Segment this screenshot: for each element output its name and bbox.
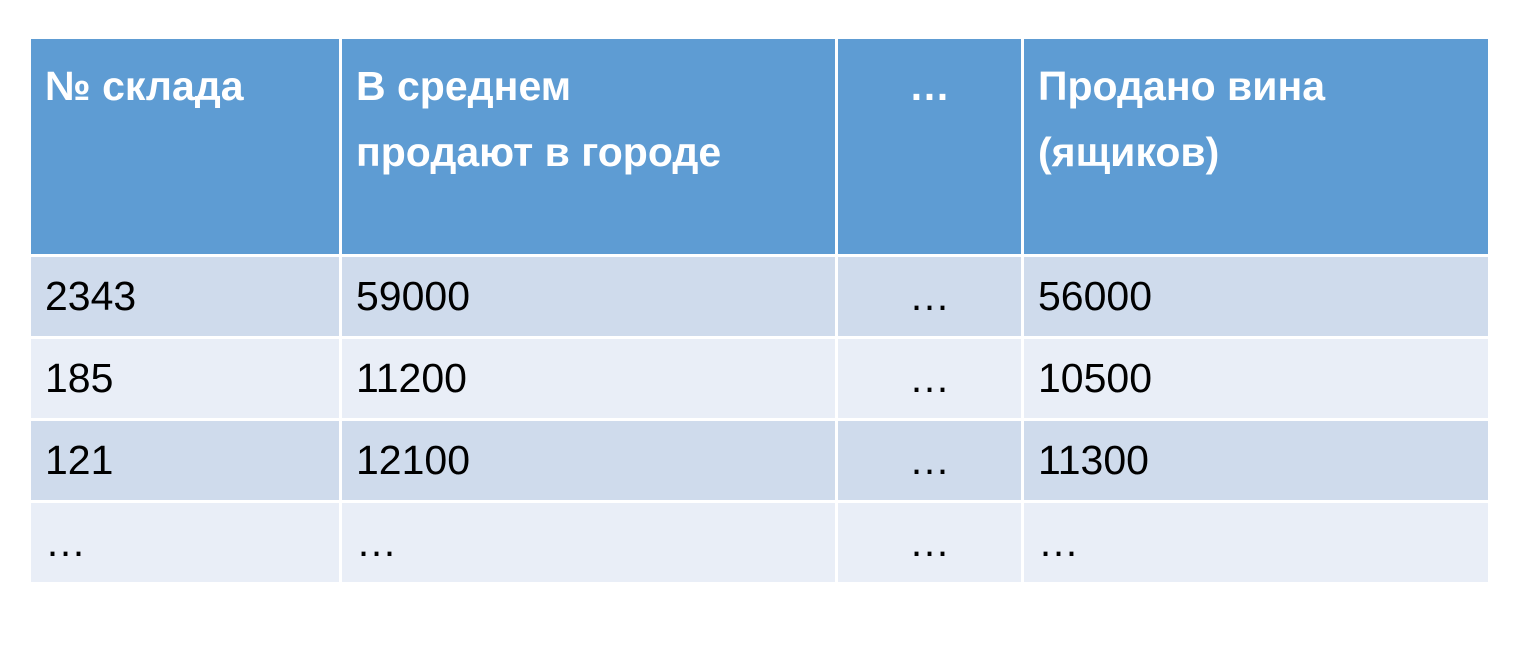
cell-ellipsis: … (835, 254, 1024, 339)
data-table: № склада В среднем продают в городе … Пр… (28, 36, 1491, 585)
cell-ellipsis: … (835, 500, 1024, 585)
cell-average-sales: … (339, 500, 838, 585)
cell-ellipsis: … (835, 336, 1024, 421)
header-warehouse-number: № склада (28, 36, 342, 257)
cell-wine-sold: 11300 (1021, 418, 1491, 503)
cell-average-sales: 59000 (339, 254, 838, 339)
cell-warehouse: 2343 (28, 254, 342, 339)
cell-warehouse: 121 (28, 418, 342, 503)
table-row: 121 12100 … 11300 (28, 418, 1491, 503)
cell-average-sales: 11200 (339, 336, 838, 421)
cell-wine-sold: 56000 (1021, 254, 1491, 339)
cell-wine-sold: … (1021, 500, 1491, 585)
table-row: … … … … (28, 500, 1491, 585)
cell-average-sales: 12100 (339, 418, 838, 503)
table-header-row: № склада В среднем продают в городе … Пр… (28, 36, 1491, 257)
cell-wine-sold: 10500 (1021, 336, 1491, 421)
table-row: 2343 59000 … 56000 (28, 254, 1491, 339)
slide-page: № склада В среднем продают в городе … Пр… (0, 0, 1532, 656)
table-row: 185 11200 … 10500 (28, 336, 1491, 421)
cell-warehouse: … (28, 500, 342, 585)
header-average-city-sales: В среднем продают в городе (339, 36, 838, 257)
header-wine-sold: Продано вина (ящиков) (1021, 36, 1491, 257)
cell-warehouse: 185 (28, 336, 342, 421)
header-ellipsis: … (835, 36, 1024, 257)
cell-ellipsis: … (835, 418, 1024, 503)
